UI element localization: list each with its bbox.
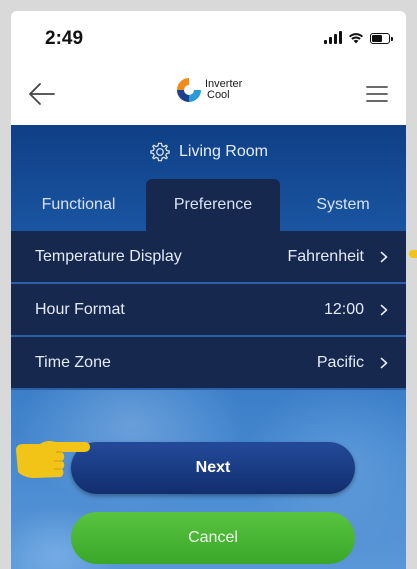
logo-icon bbox=[177, 78, 201, 102]
status-time: 2:49 bbox=[45, 28, 84, 49]
hamburger-menu-icon[interactable] bbox=[366, 85, 388, 103]
wifi-icon bbox=[349, 33, 363, 44]
status-bar: 2:49 bbox=[11, 11, 406, 63]
setting-label: Hour Format bbox=[35, 300, 125, 318]
setting-label: Time Zone bbox=[35, 353, 111, 371]
pointing-hand-icon bbox=[16, 440, 90, 478]
tab-bar: Functional Preference System bbox=[11, 179, 406, 231]
status-icons bbox=[324, 31, 393, 44]
chevron-right-icon bbox=[380, 251, 388, 262]
chevron-right-icon bbox=[380, 304, 388, 315]
setting-label: Temperature Display bbox=[35, 247, 182, 265]
room-name: Living Room bbox=[179, 143, 268, 160]
room-header[interactable]: Living Room bbox=[11, 125, 406, 179]
chevron-right-icon bbox=[380, 357, 388, 368]
app-logo: Inverter Cool bbox=[176, 77, 242, 103]
setting-temperature-display[interactable]: Temperature Display Fahrenheit bbox=[11, 231, 406, 284]
battery-icon bbox=[370, 33, 393, 44]
setting-value-group: Pacific bbox=[317, 354, 388, 372]
setting-value-group: 12:00 bbox=[324, 301, 388, 319]
setting-value: Fahrenheit bbox=[287, 247, 365, 265]
arrow-left-icon[interactable] bbox=[27, 81, 57, 107]
next-button[interactable]: Next bbox=[71, 442, 355, 494]
cellular-signal-icon bbox=[324, 31, 342, 44]
nav-bar: Inverter Cool bbox=[11, 63, 406, 125]
cancel-button[interactable]: Cancel bbox=[71, 512, 355, 564]
logo-text-line2: Cool bbox=[207, 89, 230, 101]
preference-settings-list: Temperature Display Fahrenheit Hour Form… bbox=[11, 231, 406, 390]
gear-icon bbox=[150, 142, 170, 162]
logo-text: Inverter Cool bbox=[205, 79, 242, 101]
main-content: Living Room Functional Preference System… bbox=[11, 125, 406, 569]
tab-preference[interactable]: Preference bbox=[146, 179, 280, 231]
setting-hour-format[interactable]: Hour Format 12:00 bbox=[11, 284, 406, 337]
setting-value: Pacific bbox=[316, 353, 364, 371]
tab-functional[interactable]: Functional bbox=[11, 179, 146, 231]
pointer-marker-icon bbox=[409, 250, 417, 258]
tab-system[interactable]: System bbox=[280, 179, 406, 231]
setting-time-zone[interactable]: Time Zone Pacific bbox=[11, 337, 406, 390]
setting-value: 12:00 bbox=[323, 300, 364, 318]
setting-value-group: Fahrenheit bbox=[288, 248, 389, 266]
